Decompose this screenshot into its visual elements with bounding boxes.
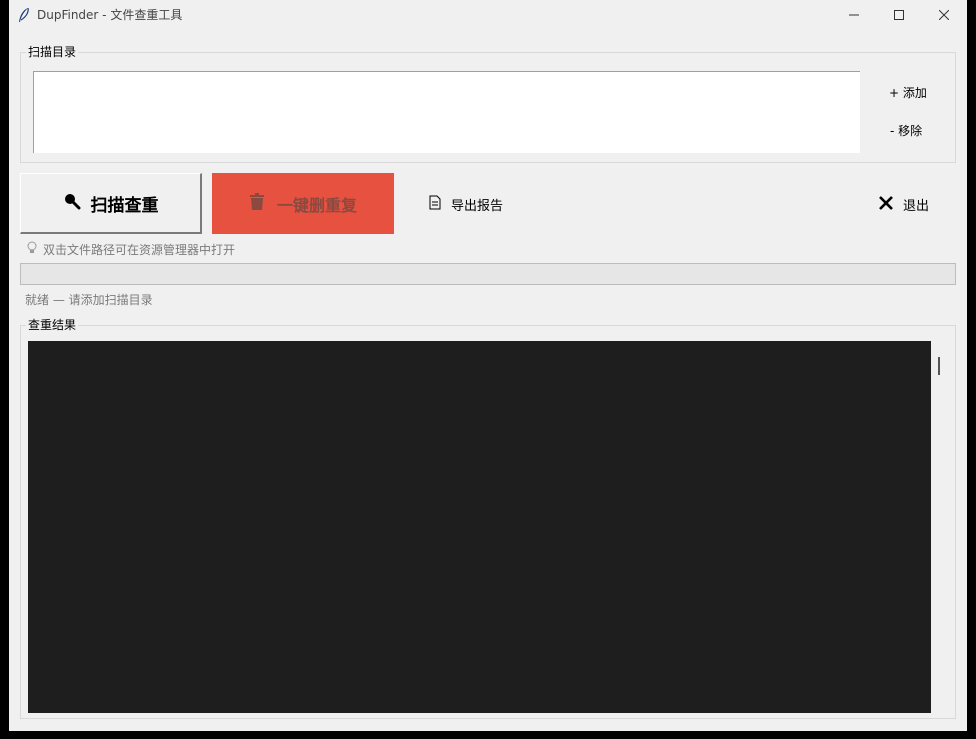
- feather-icon: [17, 7, 31, 23]
- close-window-button[interactable]: [921, 0, 967, 30]
- title-bar: DupFinder - 文件查重工具: [9, 0, 967, 30]
- trash-icon: [249, 192, 265, 215]
- minimize-button[interactable]: [831, 0, 877, 30]
- export-button-label: 导出报告: [451, 199, 504, 214]
- scan-button-label: 扫描查重: [90, 195, 159, 216]
- document-icon: [429, 195, 441, 214]
- delete-duplicates-button[interactable]: 一键删重复: [212, 173, 394, 234]
- exit-button[interactable]: 退出: [879, 195, 929, 214]
- x-icon: [879, 195, 893, 214]
- maximize-button[interactable]: [876, 0, 922, 30]
- scan-button[interactable]: 扫描查重: [20, 173, 202, 234]
- lightbulb-icon: [27, 241, 37, 258]
- magnifier-icon: [63, 192, 81, 214]
- close-icon: [939, 10, 949, 20]
- add-dir-button[interactable]: + 添加: [889, 86, 927, 100]
- scan-dir-list[interactable]: [33, 71, 860, 153]
- results-label: 查重结果: [26, 318, 79, 332]
- window-title: DupFinder - 文件查重工具: [37, 8, 183, 22]
- results-scrollbar[interactable]: [938, 357, 940, 375]
- hint-text: 双击文件路径可在资源管理器中打开: [43, 243, 236, 257]
- export-report-button[interactable]: 导出报告: [429, 195, 503, 214]
- remove-dir-button[interactable]: - 移除: [890, 124, 922, 138]
- scan-dirs-label: 扫描目录: [26, 45, 79, 59]
- hint-row: 双击文件路径可在资源管理器中打开: [27, 241, 235, 258]
- progress-bar: [20, 263, 956, 285]
- minimize-icon: [849, 10, 859, 20]
- maximize-icon: [894, 10, 904, 20]
- app-window: DupFinder - 文件查重工具 扫描目录 + 添加 - 移除 扫描查重 一…: [9, 0, 967, 731]
- delete-button-label: 一键删重复: [276, 195, 357, 215]
- results-text-area[interactable]: [28, 341, 931, 713]
- status-text: 就绪 — 请添加扫描目录: [25, 293, 153, 307]
- exit-button-label: 退出: [903, 199, 930, 214]
